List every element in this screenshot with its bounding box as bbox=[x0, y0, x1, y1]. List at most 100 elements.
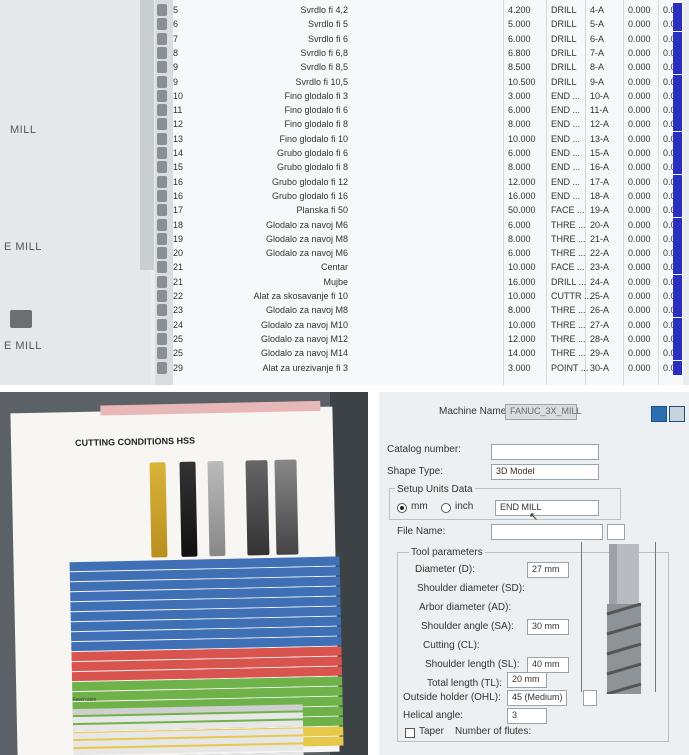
tool-speed: 0.000 bbox=[628, 319, 651, 330]
color-swatch bbox=[673, 160, 682, 175]
save-icon[interactable] bbox=[651, 406, 667, 422]
color-swatch bbox=[673, 260, 682, 275]
tool-number: 12 bbox=[173, 119, 184, 130]
tool-type: END ... bbox=[551, 133, 581, 144]
shape-type-select[interactable]: 3D Model bbox=[491, 464, 599, 480]
file-name-field[interactable] bbox=[491, 524, 603, 540]
tool-type: DRILL ... bbox=[551, 276, 587, 287]
color-swatch bbox=[673, 317, 682, 332]
tool-icon bbox=[157, 46, 167, 59]
tool-diameter: 6.800 bbox=[508, 47, 531, 58]
tool-speed: 0.000 bbox=[628, 76, 651, 87]
tool-offset: 8-A bbox=[590, 62, 605, 73]
tool-offset: 29-A bbox=[590, 348, 610, 359]
tool-diameter: 5.000 bbox=[508, 19, 531, 30]
tool-speed: 0.000 bbox=[628, 291, 651, 301]
scrollbar[interactable] bbox=[140, 0, 154, 270]
tool-name: Fino glodalo fi 6 bbox=[284, 105, 348, 116]
tool-icon bbox=[157, 89, 167, 102]
outside-holder-field[interactable]: 20 mm bbox=[507, 672, 547, 688]
tool-icon bbox=[157, 247, 167, 260]
tool-speed: 0.000 bbox=[628, 262, 651, 273]
catalog-photo: CUTTING CONDITIONS HSS Feed rates bbox=[0, 392, 368, 755]
tool-speed: 0.000 bbox=[628, 276, 651, 287]
tool-diameter: 8.000 bbox=[508, 233, 531, 244]
tool-type-select[interactable]: END MILL bbox=[495, 500, 599, 516]
number-flutes-label: Number of flutes: bbox=[455, 726, 532, 737]
tool-offset: 27-A bbox=[590, 319, 610, 330]
color-swatch bbox=[673, 146, 682, 160]
color-swatch bbox=[673, 17, 682, 32]
tool-icon bbox=[157, 261, 167, 274]
tool-type: FACE ... bbox=[551, 205, 585, 216]
param-label: Total length (TL): bbox=[427, 678, 503, 689]
setup-units-label: Setup Units Data bbox=[395, 484, 475, 495]
tool-offset: 19-A bbox=[590, 205, 610, 216]
param-label: Cutting (CL): bbox=[423, 640, 480, 651]
tool-icon bbox=[157, 204, 167, 217]
tool-icon bbox=[157, 304, 167, 317]
browse-button[interactable] bbox=[607, 524, 625, 540]
tool-icon[interactable] bbox=[669, 406, 685, 422]
tool-type-pane: MILL E MILL E MILL bbox=[0, 0, 150, 385]
tool-name: Grubo glodalo fi 8 bbox=[276, 162, 348, 173]
tool-diameter: 12.000 bbox=[508, 333, 536, 344]
catalog-number-field[interactable] bbox=[491, 444, 599, 460]
tool-diameter: 50.000 bbox=[508, 205, 536, 216]
taper-checkbox[interactable] bbox=[405, 728, 415, 738]
tool-speed: 0.000 bbox=[628, 162, 651, 173]
param-label: Diameter (D): bbox=[415, 564, 476, 575]
param-field[interactable]: 27 mm bbox=[527, 562, 569, 578]
tool-type: POINT ... bbox=[551, 362, 589, 373]
tool-type: END ... bbox=[551, 105, 581, 116]
param-field[interactable]: 30 mm bbox=[527, 619, 569, 635]
number-flutes-field[interactable]: 3 bbox=[507, 708, 547, 724]
tool-name: Glodalo za navoj M12 bbox=[260, 333, 348, 344]
tool-type: DRILL bbox=[551, 5, 577, 15]
taper-label: Taper bbox=[419, 726, 445, 737]
tool-speed: 0.000 bbox=[628, 176, 651, 187]
tool-diameter: 10.000 bbox=[508, 291, 536, 301]
tool-name: Svrdlo fi 8,5 bbox=[300, 62, 348, 73]
tool-name: Planska fi 50 bbox=[296, 205, 348, 216]
color-swatch bbox=[673, 74, 682, 89]
tool-speed: 0.000 bbox=[628, 19, 651, 30]
tool-icon bbox=[157, 318, 167, 331]
tool-images bbox=[149, 459, 311, 558]
helical-angle-select[interactable]: 45 (Medium) bbox=[507, 690, 567, 706]
red-header-strip bbox=[100, 400, 321, 416]
dimension-line bbox=[581, 542, 582, 692]
tool-diameter: 6.000 bbox=[508, 105, 531, 116]
tool-icon bbox=[157, 104, 167, 117]
param-label: Shoulder length (SL): bbox=[425, 659, 520, 670]
color-swatch bbox=[673, 88, 682, 103]
tool-speed: 0.000 bbox=[628, 119, 651, 130]
tool-row[interactable]: 29 Alat za urezivanje fi 3 3.000 POINT ... 3… bbox=[157, 360, 683, 378]
tool-number: 10 bbox=[173, 90, 184, 101]
tool-number: 15 bbox=[173, 162, 184, 173]
color-swatch bbox=[673, 303, 682, 318]
tool-speed: 0.000 bbox=[628, 90, 651, 101]
param-field[interactable]: 40 mm bbox=[527, 657, 569, 673]
tool-name: Fino glodalo fi 3 bbox=[284, 90, 348, 101]
tool-speed: 0.000 bbox=[628, 219, 651, 230]
tool-offset: 5-A bbox=[590, 19, 605, 30]
machine-name-field[interactable]: FANUC_3X_MILL bbox=[505, 404, 582, 420]
tool-number: 22 bbox=[173, 291, 184, 301]
tool-type: DRILL bbox=[551, 62, 577, 73]
tool-type: DRILL bbox=[551, 19, 577, 30]
tool-offset: 9-A bbox=[590, 76, 605, 87]
tool-icon bbox=[157, 132, 167, 145]
tool-diameter: 3.000 bbox=[508, 362, 531, 373]
tool-definition-dialog: Machine Name: FANUC_3X_MILL Catalog numb… bbox=[379, 392, 689, 755]
inch-radio[interactable] bbox=[441, 503, 451, 513]
tool-name: Glodalo za navoj M6 bbox=[265, 248, 348, 259]
tool-speed: 0.000 bbox=[628, 362, 651, 373]
mm-radio[interactable] bbox=[397, 503, 407, 513]
tool-icon bbox=[157, 118, 167, 131]
tool-offset: 21-A bbox=[590, 233, 610, 244]
dropdown-button[interactable] bbox=[583, 690, 597, 706]
tool-type: THRE ... bbox=[551, 319, 586, 330]
color-swatch bbox=[673, 174, 682, 189]
drill-image bbox=[179, 461, 198, 557]
